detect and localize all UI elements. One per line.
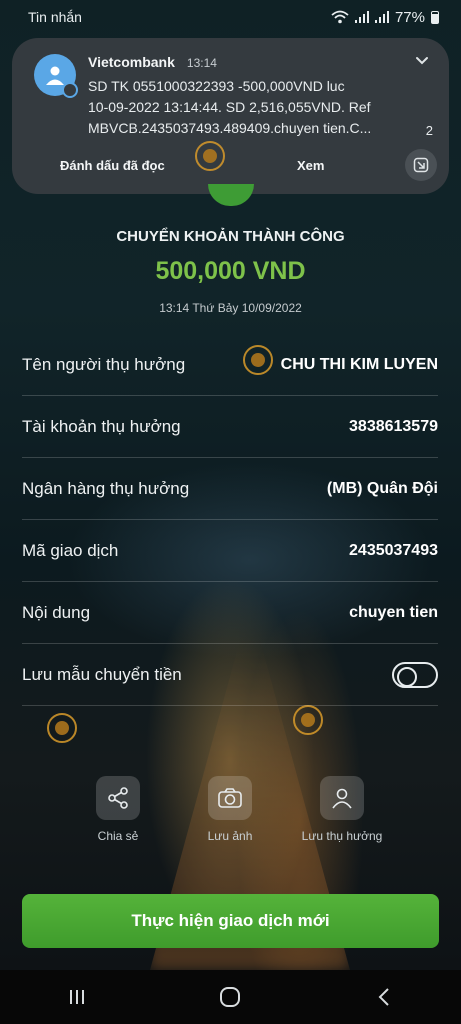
detail-label: Nội dung [22,602,91,622]
detail-value: chuyen tien [349,603,438,621]
watermark-logo [293,705,323,735]
camera-icon [208,776,252,820]
mark-as-read-button[interactable]: Đánh dấu đã đọc [60,158,165,173]
quick-actions: Chia sẻ Lưu ảnh Lưu thụ hưởng [0,776,461,846]
save-beneficiary-label: Lưu thụ hưởng [301,829,383,843]
detail-label: Tài khoản thụ hưởng [22,416,181,436]
detail-value: 2435037493 [349,541,438,559]
detail-label: Mã giao dịch [22,540,119,560]
signal-icon [354,11,369,23]
detail-value: (MB) Quân Đội [326,479,438,497]
expand-button[interactable] [405,149,437,181]
signal-icon-2 [374,11,389,23]
notification-line: 10-09-2022 13:14:44. SD 2,516,055VND. Re… [88,99,371,115]
message-badge-icon [62,82,78,98]
back-button[interactable] [354,977,414,1017]
transfer-details: Tên người thụ hưởng CHU THI KIM LUYEN Tà… [22,334,438,706]
detail-row-content: Nội dung chuyen tien [22,582,438,644]
save-image-label: Lưu ảnh [207,829,253,843]
new-transaction-button[interactable]: Thực hiện giao dịch mới [22,894,439,948]
detail-value: CHU THI KIM LUYEN [280,355,438,373]
notification-header: Vietcombank 13:14 [88,54,217,70]
share-label: Chia sẻ [97,829,139,843]
status-icons: 77% [331,9,439,26]
detail-row-account: Tài khoản thụ hưởng 3838613579 [22,396,438,458]
back-icon [378,988,389,1006]
notification-sender: Vietcombank [88,54,175,70]
watermark-logo [47,713,77,743]
notification-actions: Đánh dấu đã đọc Xem [12,149,449,184]
detail-label: Tên người thụ hưởng [22,354,186,374]
share-icon [96,776,140,820]
notification-line: SD TK 0551000322393 -500,000VND luc [88,78,345,94]
wifi-icon [331,10,349,24]
share-button[interactable]: Chia sẻ [68,776,168,843]
person-icon [46,66,64,85]
battery-percent: 77% [394,8,425,26]
detail-row-beneficiary: Tên người thụ hưởng CHU THI KIM LUYEN [22,334,438,396]
home-icon [220,987,241,1007]
detail-label: Ngân hàng thụ hưởng [22,478,190,498]
navigation-bar [0,970,461,1024]
transfer-datetime: 13:14 Thứ Bảy 10/09/2022 [159,301,302,315]
recent-apps-icon [69,990,84,1004]
recent-apps-button[interactable] [47,977,107,1017]
detail-value: 3838613579 [349,417,438,435]
status-bar: Tin nhắn 77% [0,0,461,34]
notification-card[interactable]: Vietcombank 13:14 SD TK 0551000322393 -5… [12,38,449,194]
save-template-toggle[interactable] [392,661,438,688]
home-button[interactable] [200,977,260,1017]
detail-row-bank: Ngân hàng thụ hưởng (MB) Quân Đội [22,458,438,520]
status-app-label: Tin nhắn [28,9,82,25]
detail-row-save-template: Lưu mẫu chuyển tiền [22,644,438,706]
messages-app-icon [34,54,78,98]
result-title: CHUYỂN KHOẢN THÀNH CÔNG [116,228,345,245]
view-button[interactable]: Xem [297,158,324,173]
notification-time: 13:14 [186,56,217,70]
battery-icon [431,10,439,24]
notification-line: MBVCB.2435037493.489409.chuyen tien.C... [88,120,372,136]
save-image-button[interactable]: Lưu ảnh [180,776,280,843]
detail-label: Lưu mẫu chuyển tiền [22,664,182,684]
transfer-amount: 500,000 VND [155,257,306,285]
save-beneficiary-button[interactable]: Lưu thụ hưởng [292,776,392,843]
detail-row-transaction-id: Mã giao dịch 2435037493 [22,520,438,582]
notification-body: SD TK 0551000322393 -500,000VND luc 10-0… [88,76,393,139]
person-icon [320,776,364,820]
watermark-logo [195,141,225,171]
notification-count: 2 [425,123,433,138]
chevron-down-icon[interactable] [413,52,431,70]
open-external-icon [413,157,429,173]
